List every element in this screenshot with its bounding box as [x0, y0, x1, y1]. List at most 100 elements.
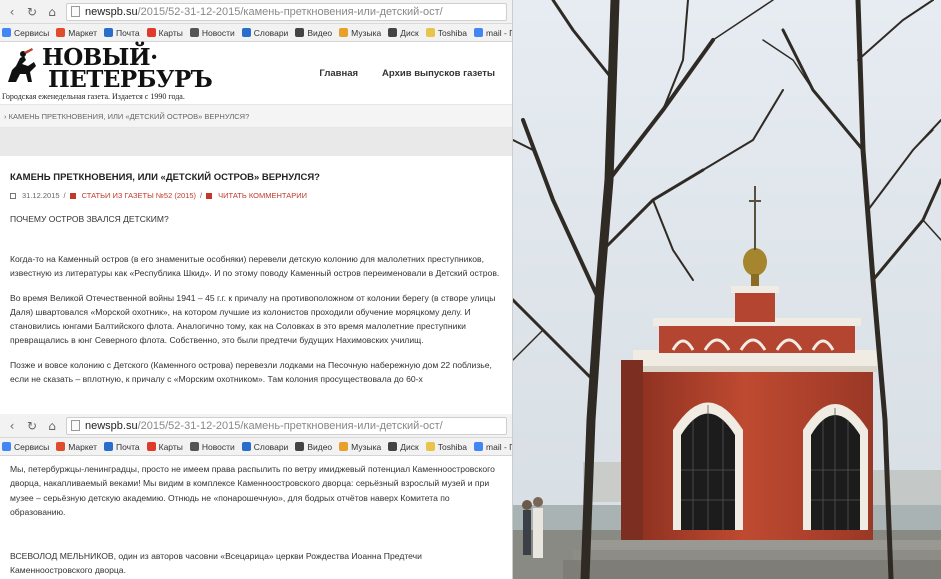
bookmark-label: Карты	[158, 441, 183, 452]
bookmark-label: Новости	[201, 441, 235, 452]
bookmark-icon	[146, 442, 156, 451]
bookmark-item[interactable]: mail - Поиск в Google	[474, 28, 513, 38]
bookmark-label: mail - Поиск в Google	[486, 27, 513, 38]
bookmark-icon	[425, 442, 435, 451]
url-host: newspb.su	[85, 419, 138, 432]
bookmark-item[interactable]: Почта	[104, 442, 140, 452]
bookmark-icon	[474, 442, 484, 451]
page-icon	[71, 6, 80, 17]
chapel-illustration	[513, 0, 941, 579]
bookmark-icon	[104, 28, 114, 37]
bookmark-item[interactable]: mail - Поиск в Google	[474, 442, 513, 452]
article-title: КАМЕНЬ ПРЕТКНОВЕНИЯ, ИЛИ «ДЕТСКИЙ ОСТРОВ…	[10, 172, 320, 183]
bookmark-label: Toshiba	[437, 441, 468, 452]
bookmark-item[interactable]: Словари	[241, 27, 289, 38]
article-paragraph: Мы, петербуржцы-ленинградцы, просто не и…	[10, 464, 495, 517]
article-subhead: ПОЧЕМУ ОСТРОВ ЗВАЛСЯ ДЕТСКИМ?	[10, 214, 169, 224]
bookmark-label: Почта	[116, 441, 140, 452]
bookmark-item[interactable]: Toshiba	[425, 28, 467, 38]
comments-icon	[206, 192, 213, 199]
bookmark-label: Сервисы	[14, 441, 50, 452]
bookmark-label: Видео	[307, 441, 333, 452]
nav-home[interactable]: Главная	[319, 68, 358, 79]
bookmark-label: Новости	[201, 27, 235, 38]
page-icon	[71, 420, 80, 431]
article: КАМЕНЬ ПРЕТКНОВЕНИЯ, ИЛИ «ДЕТСКИЙ ОСТРОВ…	[0, 156, 513, 386]
bookmark-item[interactable]: Видео	[295, 28, 332, 38]
bookmark-icon	[474, 28, 484, 37]
bookmark-label: Видео	[307, 27, 333, 38]
bookmark-label: Почта	[116, 27, 140, 38]
url-field[interactable]: newspb.su /2015/52-31-12-2015/камень-пре…	[66, 416, 507, 435]
horseman-logo-icon	[8, 48, 36, 82]
browser-window-top: ‹ ↻ ⌂ newspb.su /2015/52-31-12-2015/каме…	[0, 0, 513, 399]
url-field[interactable]: newspb.su /2015/52-31-12-2015/камень-пре…	[66, 2, 507, 21]
article-paragraph: Когда-то на Каменный остров (в его знаме…	[10, 254, 500, 279]
bookmark-icon	[241, 442, 251, 451]
bookmark-item[interactable]: Маркет	[56, 442, 97, 452]
bookmark-icon	[295, 442, 305, 451]
bookmark-item[interactable]: Музыка	[339, 442, 381, 452]
nav-archive[interactable]: Архив выпусков газеты	[382, 68, 495, 79]
calendar-icon	[10, 192, 16, 199]
bookmark-icon	[104, 442, 114, 451]
site-header: НОВЫЙ· ПЕТЕРБУРЪ Городская еженедельная …	[0, 42, 513, 104]
logo-subtitle: Городская еженедельная газета. Издается …	[2, 92, 185, 101]
meta-sep-2: /	[200, 191, 203, 200]
bookmark-item[interactable]: Новости	[189, 27, 235, 38]
bookmark-item[interactable]: Почта	[104, 28, 140, 38]
bookmark-item[interactable]: Сервисы	[2, 442, 49, 452]
reload-icon[interactable]: ↻	[26, 5, 38, 19]
bookmark-item[interactable]: Словари	[241, 441, 289, 452]
top-nav: Главная Архив выпусков газеты	[319, 68, 495, 79]
breadcrumb: › КАМЕНЬ ПРЕТКНОВЕНИЯ, ИЛИ «ДЕТСКИЙ ОСТР…	[0, 104, 513, 128]
browser-screenshot-composite: ‹ ↻ ⌂ newspb.su /2015/52-31-12-2015/каме…	[0, 0, 513, 579]
article-date: 31.12.2015	[22, 191, 60, 200]
bookmark-item[interactable]: Диск	[388, 27, 419, 38]
bookmark-item[interactable]: Карты	[146, 441, 183, 452]
bookmark-label: Диск	[400, 441, 419, 452]
browser-window-bottom: ‹ ↻ ⌂ newspb.su /2015/52-31-12-2015/каме…	[0, 414, 513, 579]
bookmark-item[interactable]: Новости	[189, 441, 235, 452]
bookmark-item[interactable]: Музыка	[339, 28, 381, 38]
reload-icon[interactable]: ↻	[26, 419, 38, 433]
bookmark-label: Словари	[253, 441, 289, 452]
bookmark-label: Карты	[158, 27, 183, 38]
home-icon[interactable]: ⌂	[46, 5, 58, 19]
gray-strip	[0, 128, 513, 156]
category-link[interactable]: СТАТЬИ ИЗ ГАЗЕТЫ №52 (2015)	[82, 191, 196, 200]
screenshot-gap	[0, 399, 513, 414]
bookmark-icon	[189, 28, 199, 37]
article-paragraph: Позже и вовсе колонию с Детского (Каменн…	[10, 359, 492, 385]
comments-link[interactable]: ЧИТАТЬ КОММЕНТАРИИ	[218, 191, 307, 200]
bookmark-icon	[425, 28, 435, 37]
back-icon[interactable]: ‹	[6, 5, 18, 19]
logo-line2: ПЕТЕРБУРЪ	[48, 66, 213, 93]
bookmark-label: Маркет	[68, 27, 98, 38]
bookmark-item[interactable]: Toshiba	[425, 441, 468, 452]
url-path: /2015/52-31-12-2015/камень-преткновения-…	[137, 5, 443, 18]
bookmark-icon	[339, 28, 349, 37]
bookmark-label: Музыка	[351, 441, 382, 452]
back-icon[interactable]: ‹	[6, 419, 18, 433]
bookmark-label: Сервисы	[14, 27, 50, 38]
folder-icon	[69, 192, 76, 199]
article-paragraph: Во время Великой Отечественной войны 194…	[10, 292, 496, 346]
bookmark-icon	[295, 28, 305, 37]
bookmark-icon	[189, 442, 199, 451]
bookmarks-bar: Сервисы Маркет Почта Карты Новости Словари Вид…	[0, 24, 513, 42]
bookmark-label: Словари	[253, 27, 289, 38]
article-meta: 31.12.2015 / СТАТЬИ ИЗ ГАЗЕТЫ №52 (2015)…	[10, 191, 503, 200]
bookmark-label: Диск	[400, 27, 419, 38]
home-icon[interactable]: ⌂	[46, 419, 58, 433]
bookmark-item[interactable]: Карты	[146, 27, 183, 38]
bookmark-item[interactable]: Диск	[388, 441, 419, 452]
bookmark-item[interactable]: Маркет	[56, 28, 97, 38]
article-signature: ВСЕВОЛОД МЕЛЬНИКОВ, один из авторов часо…	[10, 551, 422, 576]
bookmark-item[interactable]: Видео	[295, 442, 332, 452]
article-continued: Мы, петербуржцы-ленинградцы, просто не и…	[0, 456, 513, 578]
site-logo[interactable]: НОВЫЙ· ПЕТЕРБУРЪ Городская еженедельная …	[2, 44, 213, 102]
bookmark-item[interactable]: Сервисы	[2, 28, 49, 38]
url-path: /2015/52-31-12-2015/камень-преткновения-…	[137, 419, 443, 432]
bookmark-icon	[388, 28, 398, 37]
